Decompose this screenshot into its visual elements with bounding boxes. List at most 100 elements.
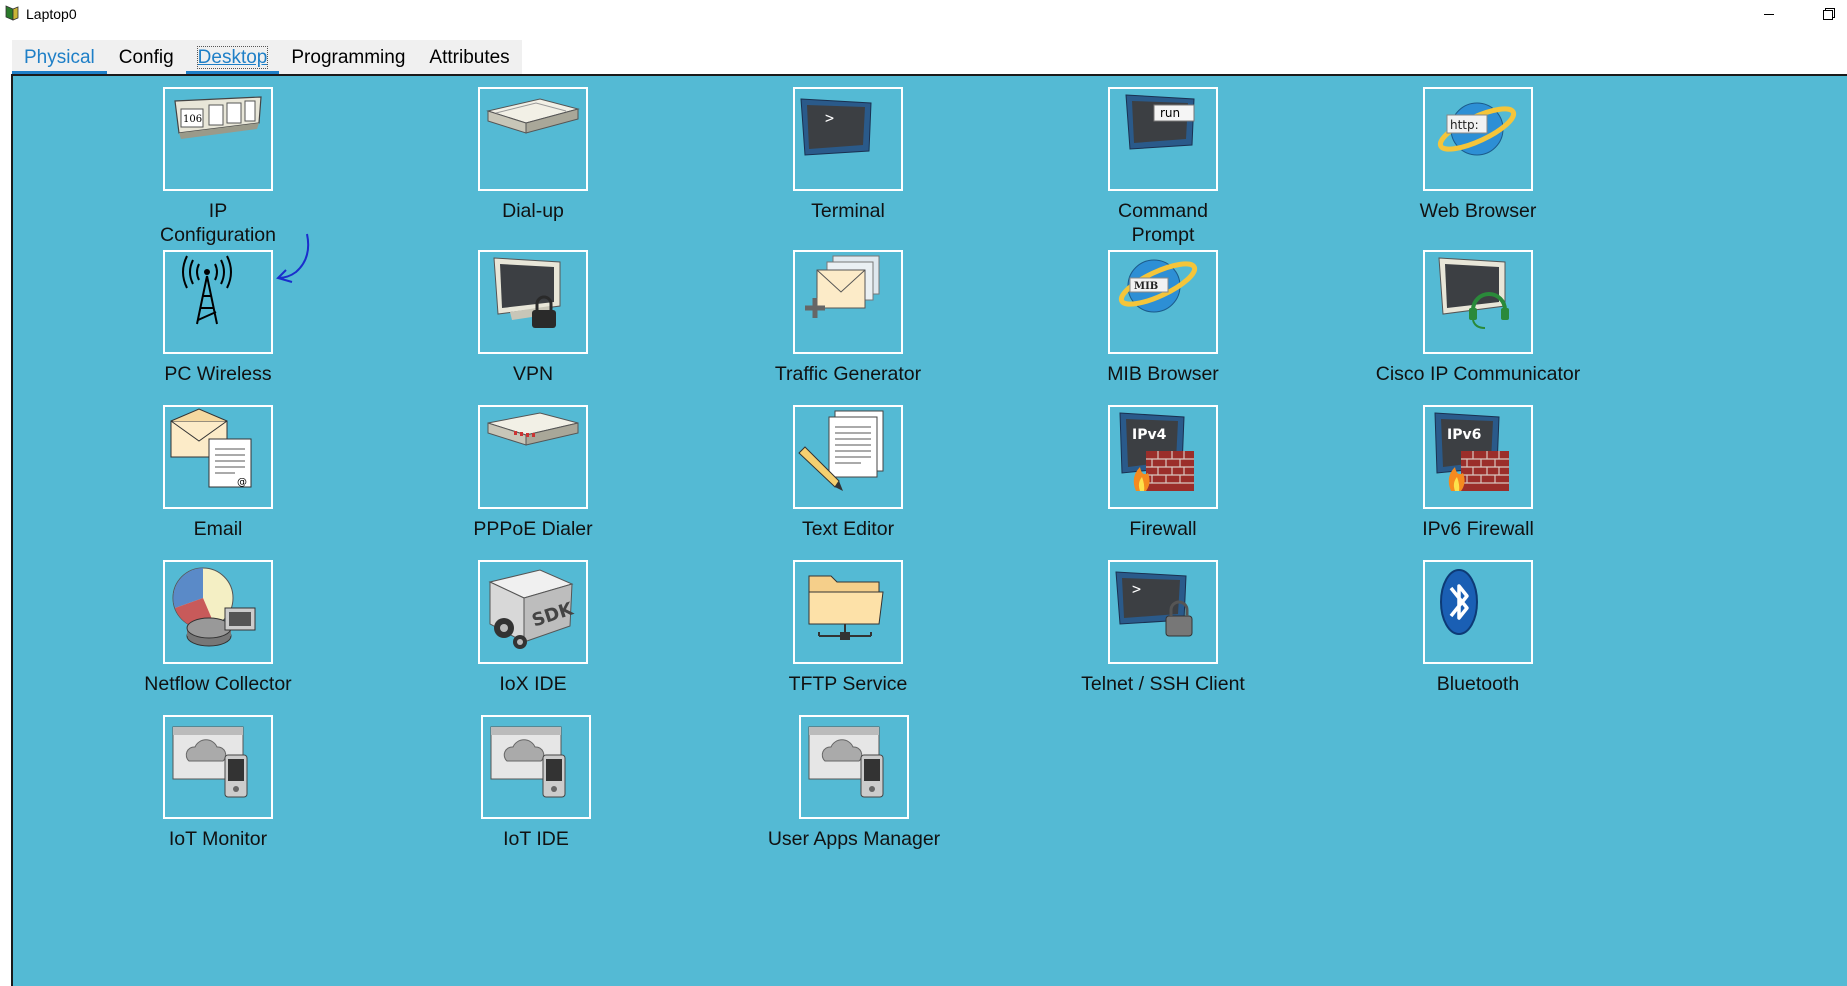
tab-programming[interactable]: Programming	[279, 40, 417, 74]
tab-attributes-label: Attributes	[429, 47, 510, 68]
tab-bar: Physical Config Desktop Programming Attr…	[12, 40, 522, 74]
iox-sdk-icon: SDK	[488, 569, 577, 649]
app-cisco-ip-communicator[interactable]: Cisco IP Communicator	[1358, 250, 1598, 386]
app-iot-ide-tile	[481, 715, 591, 819]
app-netflow-collector-tile	[163, 560, 273, 664]
app-netflow-collector[interactable]: Netflow Collector	[98, 560, 338, 696]
web-browser-icon: http:	[1437, 102, 1517, 156]
app-firewall[interactable]: IPv4 Firewall	[1043, 405, 1283, 541]
app-telnet-ssh-client[interactable]: > Telnet / SSH Client	[1043, 560, 1283, 696]
user-apps-manager-icon	[808, 726, 884, 798]
app-web-browser[interactable]: http: Web Browser	[1358, 87, 1598, 223]
app-text-editor-tile	[793, 405, 903, 509]
ipv6-firewall-icon: IPv6	[1434, 412, 1509, 491]
app-bluetooth[interactable]: Bluetooth	[1358, 560, 1598, 696]
vpn-icon	[493, 257, 561, 328]
app-cisco-ip-communicator-label: Cisco IP Communicator	[1375, 363, 1581, 385]
terminal-icon: >	[800, 98, 872, 156]
restore-button[interactable]	[1806, 0, 1847, 28]
modem-icon	[486, 98, 580, 134]
app-mib-browser-tile: MIB	[1108, 250, 1218, 354]
app-label-line: Prompt	[1131, 224, 1195, 246]
app-user-apps-manager[interactable]: User Apps Manager	[734, 715, 974, 851]
app-iox-ide-tile: SDK	[478, 560, 588, 664]
tab-desktop[interactable]: Desktop	[185, 40, 280, 74]
app-terminal[interactable]: > Terminal	[728, 87, 968, 223]
app-user-apps-manager-tile	[799, 715, 909, 819]
app-ip-configuration[interactable]: 106 IP Configuration	[98, 87, 338, 247]
app-pppoe-dialer[interactable]: PPPoE Dialer	[413, 405, 653, 541]
command-prompt-icon: run	[1125, 94, 1195, 150]
tab-desktop-label: Desktop	[196, 46, 269, 69]
app-text-editor-label: Text Editor	[801, 518, 895, 540]
app-traffic-generator[interactable]: Traffic Generator	[728, 250, 968, 386]
ipv4-firewall-icon: IPv4	[1119, 412, 1194, 491]
app-telnet-ssh-client-label: Telnet / SSH Client	[1081, 673, 1245, 695]
app-bluetooth-tile	[1423, 560, 1533, 664]
tab-programming-label: Programming	[291, 47, 406, 68]
app-traffic-generator-tile	[793, 250, 903, 354]
tftp-folder-icon	[808, 575, 884, 640]
minimize-button[interactable]	[1746, 0, 1792, 28]
app-email[interactable]: @ Email	[98, 405, 338, 541]
app-terminal-label: Terminal	[811, 200, 885, 222]
traffic-generator-icon	[805, 255, 880, 318]
iot-ide-icon	[490, 726, 566, 798]
app-iot-ide-label: IoT IDE	[503, 828, 569, 850]
app-pppoe-dialer-tile	[478, 405, 588, 509]
app-ipv6-firewall[interactable]: IPv6 IPv6 Firewall	[1358, 405, 1598, 541]
minimize-icon	[1764, 13, 1774, 15]
tab-config[interactable]: Config	[107, 40, 186, 74]
netflow-collector-icon	[172, 567, 256, 647]
app-iot-ide[interactable]: IoT IDE	[416, 715, 656, 851]
svg-text:106: 106	[183, 114, 202, 125]
app-iot-monitor-label: IoT Monitor	[168, 828, 268, 850]
app-ip-configuration-label: IP Configuration	[98, 199, 338, 247]
app-email-label: Email	[193, 518, 243, 540]
app-web-browser-tile: http:	[1423, 87, 1533, 191]
tab-physical-label: Physical	[24, 47, 95, 68]
svg-text:>: >	[825, 109, 834, 127]
app-netflow-collector-label: Netflow Collector	[144, 673, 292, 695]
wireless-tower-icon	[182, 255, 232, 325]
app-vpn[interactable]: VPN	[413, 250, 653, 386]
app-telnet-ssh-client-tile: >	[1108, 560, 1218, 664]
app-tftp-service-tile	[793, 560, 903, 664]
app-command-prompt-tile: run	[1108, 87, 1218, 191]
app-command-prompt-label: Command Prompt	[1043, 199, 1283, 247]
svg-text:run: run	[1160, 106, 1180, 120]
tab-attributes[interactable]: Attributes	[417, 40, 521, 74]
app-text-editor[interactable]: Text Editor	[728, 405, 968, 541]
app-mib-browser-label: MIB Browser	[1107, 363, 1219, 385]
app-dial-up-tile	[478, 87, 588, 191]
svg-text:>: >	[1132, 580, 1141, 598]
app-traffic-generator-label: Traffic Generator	[774, 363, 922, 385]
app-pc-wireless-tile	[163, 250, 273, 354]
svg-text:MIB: MIB	[1134, 281, 1158, 292]
app-tftp-service[interactable]: TFTP Service	[728, 560, 968, 696]
laptop-app-icon	[5, 5, 19, 21]
app-vpn-tile	[478, 250, 588, 354]
app-iot-monitor[interactable]: IoT Monitor	[98, 715, 338, 851]
app-iox-ide[interactable]: SDK IoX IDE	[413, 560, 653, 696]
app-dial-up[interactable]: Dial-up	[413, 87, 653, 223]
app-dial-up-label: Dial-up	[502, 200, 564, 222]
telnet-ssh-icon: >	[1115, 571, 1193, 637]
app-command-prompt[interactable]: run Command Prompt	[1043, 87, 1283, 247]
text-editor-icon	[798, 410, 884, 491]
app-mib-browser[interactable]: MIB MIB Browser	[1043, 250, 1283, 386]
tab-config-label: Config	[118, 47, 174, 68]
app-email-tile: @	[163, 405, 273, 509]
app-iox-ide-label: IoX IDE	[499, 673, 567, 695]
app-pc-wireless[interactable]: PC Wireless	[98, 250, 338, 386]
app-tftp-service-label: TFTP Service	[788, 673, 908, 695]
restore-icon	[1823, 8, 1835, 20]
svg-text:@: @	[237, 477, 247, 488]
window-title: Laptop0	[26, 6, 77, 22]
app-label-line: IP	[208, 200, 228, 222]
app-iot-monitor-tile	[163, 715, 273, 819]
svg-text:IPv6: IPv6	[1447, 427, 1481, 443]
app-cisco-ip-communicator-tile	[1423, 250, 1533, 354]
svg-text:http:: http:	[1450, 118, 1479, 132]
tab-physical[interactable]: Physical	[12, 40, 107, 74]
